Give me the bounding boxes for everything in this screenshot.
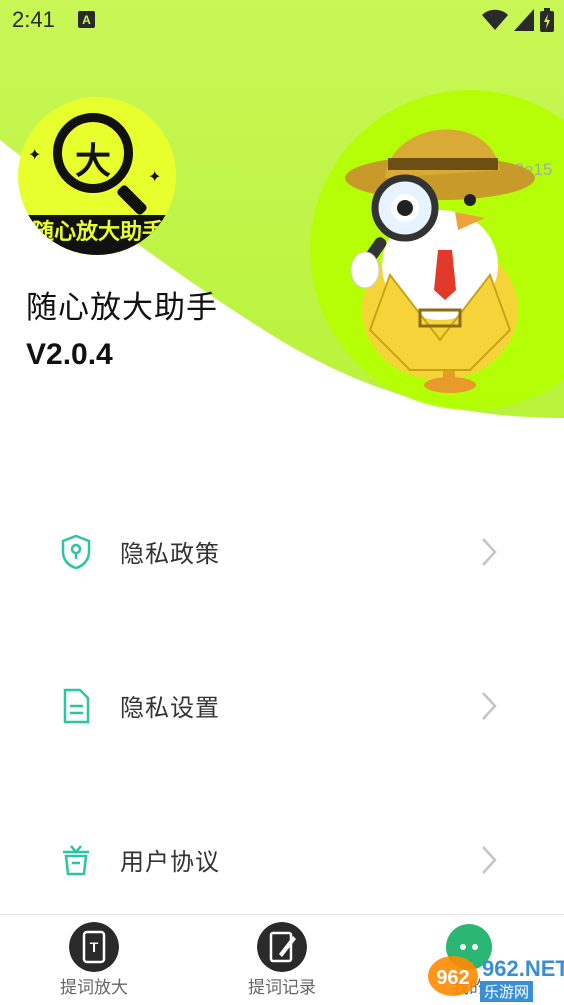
menu-item-privacy-settings[interactable]: 隐私设置	[0, 666, 564, 746]
menu-label: 隐私设置	[120, 694, 220, 722]
svg-text:962: 962	[436, 967, 469, 989]
t-icon: T	[69, 922, 119, 972]
logo-text: 随心放大助手	[18, 215, 176, 255]
magnifier-icon: 大	[53, 113, 133, 193]
gift-icon	[63, 845, 89, 876]
wifi-icon	[482, 9, 508, 30]
profile-header: 大 ✦ ✦ 随心放大助手 30e15 随心放大助手 V2.0.4	[0, 0, 564, 420]
sparkle-icon: ✦	[148, 167, 162, 186]
app-logo: 大 ✦ ✦ 随心放大助手	[18, 97, 176, 255]
site-watermark: 962 962.NET 乐游网	[424, 948, 564, 1004]
edit-icon	[257, 922, 307, 972]
chevron-right-icon	[482, 846, 497, 874]
menu-label: 隐私政策	[120, 540, 220, 568]
menu-label: 用户协议	[120, 848, 220, 876]
tab-teleprompter-zoom[interactable]: T 提词放大	[24, 915, 164, 1005]
menu-item-privacy-policy[interactable]: 隐私政策	[0, 512, 564, 592]
chevron-right-icon	[482, 538, 497, 566]
watermark-logo-icon: 962	[428, 956, 478, 996]
sparkle-icon: ✦	[28, 145, 42, 164]
signal-icon	[514, 9, 534, 31]
shield-icon	[61, 534, 91, 570]
battery-icon	[540, 8, 554, 32]
detective-mascot-image	[345, 129, 535, 393]
status-time: 2:41	[12, 7, 55, 32]
notification-icon: A	[78, 11, 95, 28]
tab-label: 提词放大	[60, 978, 128, 998]
menu-item-user-agreement[interactable]: 用户协议	[0, 820, 564, 900]
tab-teleprompter-records[interactable]: 提词记录	[212, 915, 352, 1005]
svg-text:T: T	[90, 939, 99, 955]
status-bar: 2:41 A	[0, 0, 564, 38]
svg-text:A: A	[82, 13, 91, 27]
chevron-right-icon	[482, 692, 497, 720]
app-version: V2.0.4	[26, 338, 113, 371]
tab-label: 提词记录	[248, 978, 316, 998]
app-name: 随心放大助手	[26, 290, 218, 326]
document-icon	[63, 688, 90, 724]
